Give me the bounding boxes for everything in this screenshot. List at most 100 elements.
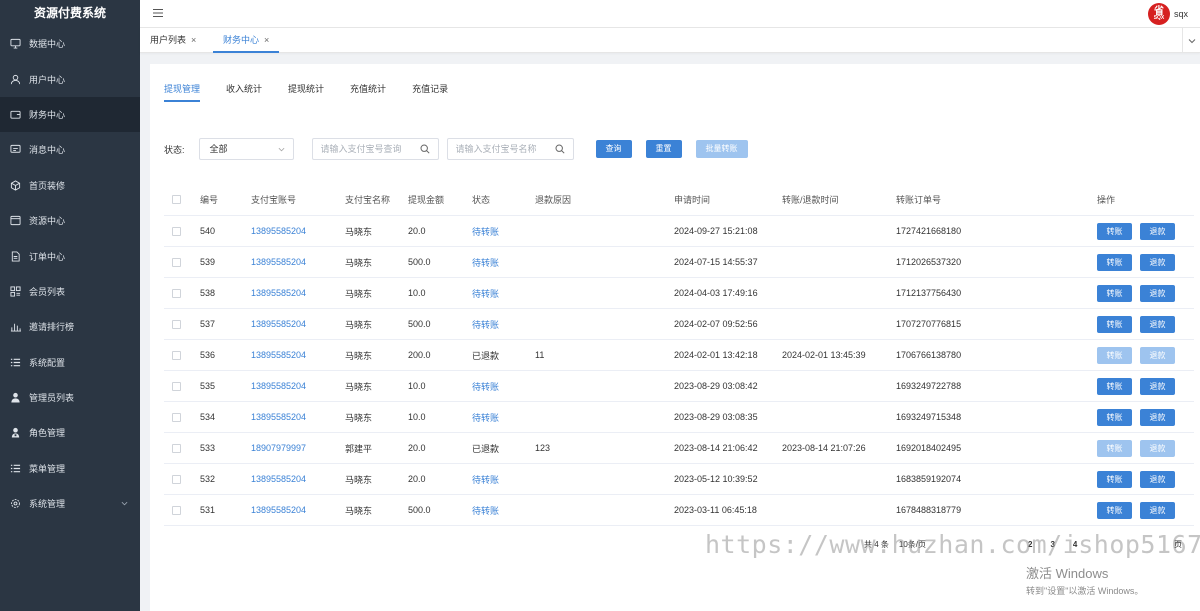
sidebar-item[interactable]: 系统管理 bbox=[0, 486, 140, 521]
account-cell[interactable]: 13895585204 bbox=[251, 464, 306, 494]
transfer-button[interactable]: 转账 bbox=[1097, 284, 1132, 302]
tab-income-stats[interactable]: 收入统计 bbox=[226, 80, 262, 102]
row-checkbox[interactable] bbox=[172, 381, 181, 391]
refund-button[interactable]: 退款 bbox=[1140, 408, 1175, 426]
transfer-button[interactable]: 转账 bbox=[1097, 346, 1132, 364]
id-cell: 532 bbox=[200, 474, 216, 484]
sidebar-item-label: 会员列表 bbox=[29, 286, 66, 297]
row-checkbox[interactable] bbox=[172, 257, 181, 267]
refund-button[interactable]: 退款 bbox=[1140, 470, 1175, 488]
row-checkbox[interactable] bbox=[172, 226, 181, 236]
tab-user-list[interactable]: 用户列表 × bbox=[140, 28, 206, 53]
sidebar: 资源付费系统 数据中心 用户中心 财务中心 消息中心 首页装修 资源中心 订单中心 会员列表邀… bbox=[0, 0, 140, 611]
page-number[interactable]: 4 bbox=[1073, 540, 1077, 549]
row-checkbox[interactable] bbox=[172, 350, 181, 360]
amount-cell: 500.0 bbox=[408, 505, 431, 515]
tab-recharge-stats[interactable]: 充值统计 bbox=[350, 80, 386, 102]
page-number[interactable]: 2 bbox=[1028, 540, 1032, 549]
sidebar-item[interactable]: 菜单管理 bbox=[0, 451, 140, 486]
reset-button[interactable]: 重置 bbox=[645, 140, 682, 158]
select-all-checkbox[interactable] bbox=[172, 195, 181, 204]
order-no-cell: 1693249715348 bbox=[896, 412, 962, 422]
row-checkbox[interactable] bbox=[172, 319, 181, 329]
page-number[interactable]: 3 bbox=[1050, 540, 1054, 549]
search-icon[interactable] bbox=[420, 144, 430, 154]
column-header: 支付宝账号 bbox=[251, 195, 297, 205]
sidebar-item[interactable]: 系统配置 bbox=[0, 345, 140, 380]
tab-finance-center[interactable]: 财务中心 × bbox=[213, 28, 280, 53]
transfer-button[interactable]: 转账 bbox=[1097, 377, 1132, 395]
transfer-button[interactable]: 转账 bbox=[1097, 222, 1132, 240]
transfer-button[interactable]: 转账 bbox=[1097, 253, 1132, 271]
page-size-select[interactable]: 10条/页 bbox=[899, 539, 926, 550]
sidebar-item-label: 用户中心 bbox=[29, 74, 66, 85]
sidebar-item[interactable]: 会员列表 bbox=[0, 274, 140, 309]
name-cell: 马晓东 bbox=[345, 288, 373, 299]
account-cell[interactable]: 18907979997 bbox=[251, 433, 306, 463]
order-no-cell: 1678488318779 bbox=[896, 505, 962, 515]
tabs-dropdown[interactable] bbox=[1182, 28, 1200, 53]
row-checkbox[interactable] bbox=[172, 412, 181, 422]
account-cell[interactable]: 13895585204 bbox=[251, 247, 306, 277]
row-checkbox[interactable] bbox=[172, 288, 181, 298]
sidebar-item[interactable]: 角色管理 bbox=[0, 415, 140, 450]
sidebar-item[interactable]: 订单中心 bbox=[0, 238, 140, 273]
refund-button[interactable]: 退款 bbox=[1140, 315, 1175, 333]
order-no-cell: 1693249722788 bbox=[896, 381, 962, 391]
column-header: 转账订单号 bbox=[896, 195, 942, 205]
sidebar-item[interactable]: 资源中心 bbox=[0, 203, 140, 238]
transfer-button[interactable]: 转账 bbox=[1097, 470, 1132, 488]
account-cell[interactable]: 13895585204 bbox=[251, 402, 306, 432]
account-cell[interactable]: 13895585204 bbox=[251, 495, 306, 525]
list-icon bbox=[10, 357, 21, 368]
account-search-input[interactable] bbox=[320, 139, 421, 159]
sidebar-item[interactable]: 财务中心 bbox=[0, 96, 140, 133]
account-cell[interactable]: 13895585204 bbox=[251, 309, 306, 339]
account-cell[interactable]: 13895585204 bbox=[251, 371, 306, 401]
close-icon[interactable]: × bbox=[191, 35, 196, 45]
tab-recharge-records[interactable]: 充值记录 bbox=[412, 80, 448, 102]
refund-button[interactable]: 退款 bbox=[1140, 222, 1175, 240]
sidebar-item-label: 财务中心 bbox=[29, 109, 66, 120]
row-checkbox[interactable] bbox=[172, 443, 181, 453]
search-icon[interactable] bbox=[555, 144, 565, 154]
account-search bbox=[311, 138, 439, 160]
row-checkbox[interactable] bbox=[172, 474, 181, 484]
close-icon[interactable]: × bbox=[264, 35, 269, 45]
transfer-button[interactable]: 转账 bbox=[1097, 439, 1132, 457]
refund-button[interactable]: 退款 bbox=[1140, 439, 1175, 457]
sidebar-item[interactable]: 邀请排行榜 bbox=[0, 309, 140, 344]
query-button[interactable]: 查询 bbox=[595, 140, 632, 158]
avatar[interactable]: 省 SQX bbox=[1147, 3, 1170, 25]
sidebar-item[interactable]: 管理员列表 bbox=[0, 380, 140, 415]
refund-button[interactable]: 退款 bbox=[1140, 253, 1175, 271]
apply-time-cell: 2023-08-14 21:06:42 bbox=[674, 443, 758, 453]
row-checkbox[interactable] bbox=[172, 505, 181, 515]
transfer-button[interactable]: 转账 bbox=[1097, 408, 1132, 426]
tab-withdraw-management[interactable]: 提现管理 bbox=[164, 80, 201, 102]
refund-button[interactable]: 退款 bbox=[1140, 346, 1175, 364]
tab-withdraw-stats[interactable]: 提现统计 bbox=[288, 80, 324, 102]
account-cell[interactable]: 13895585204 bbox=[251, 278, 306, 308]
name-search-input[interactable] bbox=[455, 139, 556, 159]
refund-button[interactable]: 退款 bbox=[1140, 284, 1175, 302]
status-cell: 已退款 bbox=[472, 443, 500, 454]
amount-cell: 10.0 bbox=[408, 288, 426, 298]
sidebar-item[interactable]: 消息中心 bbox=[0, 132, 140, 167]
status-select[interactable]: 全部 bbox=[198, 138, 294, 160]
transfer-button[interactable]: 转账 bbox=[1097, 501, 1132, 519]
sidebar-item[interactable]: 首页装修 bbox=[0, 168, 140, 203]
account-cell[interactable]: 13895585204 bbox=[251, 216, 306, 246]
refund-button[interactable]: 退款 bbox=[1140, 501, 1175, 519]
batch-transfer-button[interactable]: 批量转账 bbox=[695, 140, 748, 158]
sidebar-item-label: 菜单管理 bbox=[29, 463, 66, 474]
account-cell[interactable]: 13895585204 bbox=[251, 340, 306, 370]
table-row: 540 13895585204 马晓东 20.0 待转账 2024-09-27 15:21… bbox=[164, 216, 1194, 247]
sidebar-item[interactable]: 数据中心 bbox=[0, 26, 140, 61]
user-menu[interactable]: 省 SQX sqx bbox=[1147, 3, 1188, 25]
refund-button[interactable]: 退款 bbox=[1140, 377, 1175, 395]
transfer-button[interactable]: 转账 bbox=[1097, 315, 1132, 333]
status-cell: 待转账 bbox=[472, 381, 500, 392]
hamburger-icon[interactable] bbox=[152, 7, 164, 19]
sidebar-item[interactable]: 用户中心 bbox=[0, 61, 140, 96]
